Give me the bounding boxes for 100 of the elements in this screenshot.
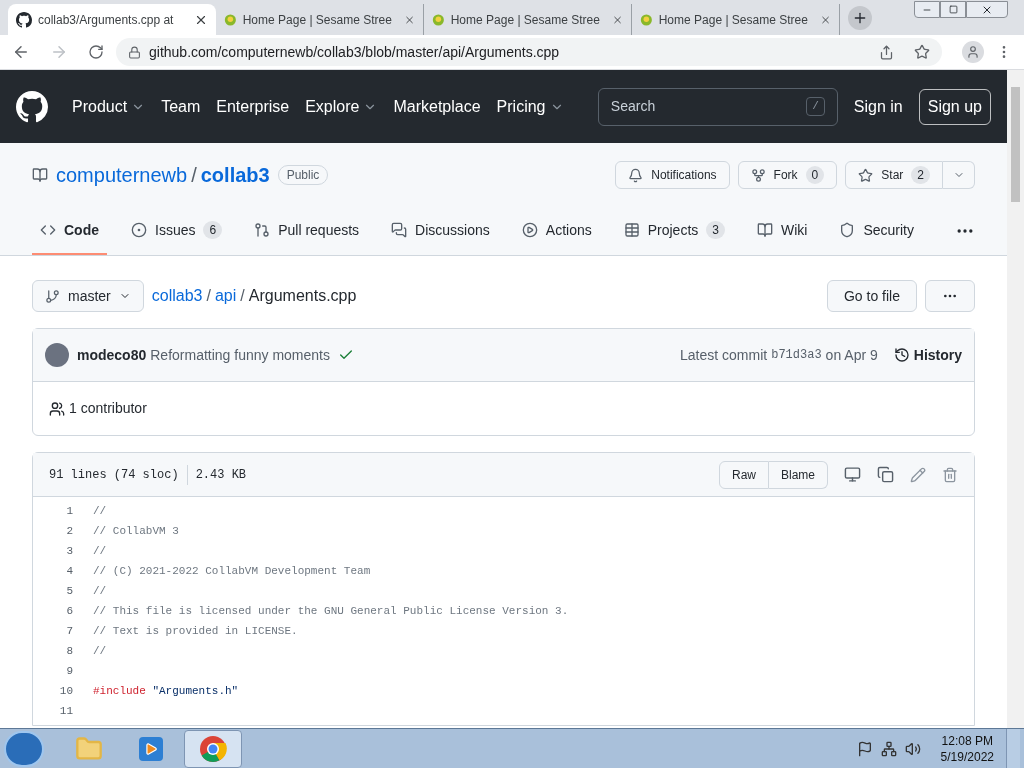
nav-link[interactable]: Enterprise xyxy=(216,94,290,119)
repo-tab[interactable]: Actions xyxy=(513,207,600,255)
breadcrumb-link[interactable]: collab3 xyxy=(151,284,203,308)
fork-icon xyxy=(750,167,766,183)
branch-button[interactable]: master xyxy=(32,280,144,312)
path-separator: / xyxy=(206,286,211,306)
minimize-button[interactable] xyxy=(914,1,940,18)
repo-tab[interactable]: Projects 3 xyxy=(615,207,733,255)
nav-link[interactable]: Team xyxy=(161,94,201,119)
tab-title: collab3/Arguments.cpp at xyxy=(38,11,174,29)
code-line: // xyxy=(93,503,107,519)
maximize-button[interactable] xyxy=(940,1,966,18)
repo-owner-link[interactable]: computernewb xyxy=(56,160,188,190)
trash-icon[interactable] xyxy=(942,466,958,483)
close-button[interactable] xyxy=(966,1,1008,18)
github-logo-icon[interactable] xyxy=(16,11,32,28)
file-action-button[interactable]: Blame xyxy=(769,460,828,489)
sign-in-link[interactable]: Sign in xyxy=(853,94,903,119)
repo-icon xyxy=(32,167,48,183)
history-link[interactable]: History xyxy=(893,344,962,366)
line-number: 10 xyxy=(58,683,73,699)
github-logo-icon[interactable] xyxy=(16,90,48,123)
tab-title: Home Page | Sesame Stree xyxy=(450,11,600,29)
pencil-icon[interactable] xyxy=(910,466,926,483)
contributors-link[interactable]: 1 contributor xyxy=(69,398,147,419)
nav-link[interactable]: Explore xyxy=(305,94,378,119)
play-icon xyxy=(521,222,538,238)
sign-up-button[interactable]: Sign up xyxy=(918,88,991,125)
line-number: 8 xyxy=(65,643,73,659)
copy-icon[interactable] xyxy=(877,466,894,483)
repo-tab[interactable]: Wiki xyxy=(749,207,816,255)
commit-author[interactable]: modeco80 xyxy=(77,344,147,366)
history-icon xyxy=(893,347,910,363)
star-dropdown-button[interactable] xyxy=(943,161,975,189)
back-icon[interactable] xyxy=(12,43,30,61)
new-tab-button[interactable] xyxy=(848,6,872,30)
search-field[interactable]: Search / xyxy=(597,87,838,126)
scrollbar[interactable] xyxy=(1007,70,1024,728)
share-icon[interactable] xyxy=(879,44,894,60)
go-to-file-button[interactable]: Go to file xyxy=(826,280,917,312)
commit-sha[interactable]: b71d3a3 xyxy=(771,346,822,364)
repo-name-link[interactable]: collab3 xyxy=(200,160,270,190)
shortcut-key: / xyxy=(806,97,825,116)
lock-icon xyxy=(128,45,141,59)
bookmark-star-icon[interactable] xyxy=(914,44,930,60)
shield-icon xyxy=(839,222,856,238)
code-line: // This file is licensed under the GNU General Public License Version 3. xyxy=(93,603,569,619)
pull-request-icon xyxy=(254,222,271,238)
profile-icon[interactable] xyxy=(962,41,984,63)
line-number: 1 xyxy=(65,503,73,519)
forward-icon[interactable] xyxy=(50,43,68,61)
browser-tab[interactable]: collab3/Arguments.cpp at xyxy=(8,4,216,35)
line-number: 7 xyxy=(65,623,73,639)
commit-prefix: Latest commit xyxy=(680,345,768,365)
flag-icon[interactable] xyxy=(856,740,873,757)
file-action-button[interactable]: Raw xyxy=(718,460,769,489)
reload-icon[interactable] xyxy=(88,44,104,60)
commit-message[interactable]: Reformatting funny moments xyxy=(150,344,330,366)
show-desktop-button[interactable] xyxy=(1006,728,1020,768)
book-icon xyxy=(757,222,773,238)
taskbar-app[interactable] xyxy=(184,729,242,768)
plus-icon xyxy=(852,10,868,26)
nav-link[interactable]: Marketplace xyxy=(393,94,481,119)
network-icon[interactable] xyxy=(880,740,897,757)
tab-title: Home Page | Sesame Stree xyxy=(242,11,392,29)
repo-tab[interactable]: Code xyxy=(32,207,107,255)
line-number: 4 xyxy=(65,563,73,579)
line-number: 5 xyxy=(65,583,73,599)
search-placeholder: Search xyxy=(610,97,656,116)
repo-action-button[interactable]: Notifications xyxy=(615,161,730,189)
branch-icon xyxy=(45,288,60,304)
desktop-icon[interactable] xyxy=(844,466,861,483)
nav-link[interactable]: Pricing xyxy=(496,94,564,119)
line-count: 91 lines (74 sloc) xyxy=(49,466,179,484)
bell-icon xyxy=(628,167,644,183)
file-name[interactable]: Arguments.cpp xyxy=(248,284,357,308)
table-icon xyxy=(623,222,640,238)
maximize-icon xyxy=(948,5,958,14)
code-line: // CollabVM 3 xyxy=(93,523,179,539)
repo-tab[interactable]: Pull requests xyxy=(246,207,368,255)
line-number: 3 xyxy=(65,543,73,559)
tab-title: Home Page | Sesame Stree xyxy=(658,11,808,29)
breadcrumb-link[interactable]: api xyxy=(214,284,237,308)
path-separator: / xyxy=(191,163,197,188)
repo-tab[interactable]: Security xyxy=(831,207,922,255)
code-line: #include "Arguments.h" xyxy=(93,683,239,699)
commit-date: on Apr 9 xyxy=(825,345,878,365)
nav-link[interactable]: Product xyxy=(72,94,146,119)
start-button[interactable] xyxy=(4,730,44,767)
favicon-icon xyxy=(224,11,237,28)
speaker-icon[interactable] xyxy=(904,740,921,757)
avatar xyxy=(45,343,69,367)
line-number: 9 xyxy=(65,663,73,679)
repo-action-button[interactable]: Star 2 xyxy=(845,161,943,189)
repo-action-button[interactable]: Fork 0 xyxy=(737,161,838,189)
repo-tab[interactable]: Discussions xyxy=(383,207,498,255)
speech-bubbles-icon xyxy=(391,222,408,238)
address-bar[interactable]: github.com/computernewb/collab3/blob/master/api/Arguments.cpp xyxy=(116,38,942,66)
code-line: // (C) 2021-2022 CollabVM Development Team xyxy=(93,563,371,579)
repo-tab[interactable]: Issues 6 xyxy=(123,207,231,255)
